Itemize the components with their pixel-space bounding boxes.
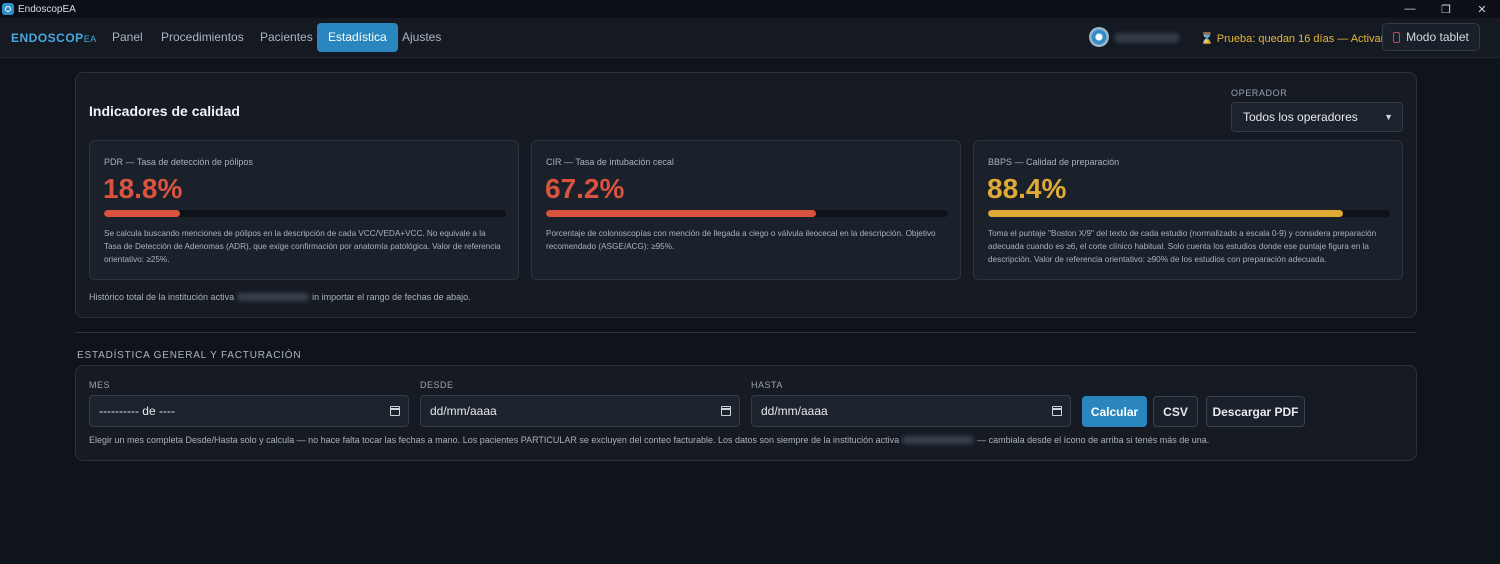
- stats-help-note: Elegir un mes completa Desde/Hasta solo …: [89, 435, 1209, 445]
- section-divider: [75, 332, 1417, 333]
- chevron-down-icon: ▼: [1384, 112, 1393, 122]
- hasta-input[interactable]: dd/mm/aaaa: [751, 395, 1071, 427]
- footer-text-after: in importar el rango de fechas de abajo.: [312, 292, 471, 302]
- calendar-icon[interactable]: [721, 406, 731, 416]
- nav-ajustes[interactable]: Ajustes: [391, 23, 452, 52]
- quality-footer: Histórico total de la institución activa…: [89, 292, 471, 302]
- card-description: Toma el puntaje "Boston X/9" del texto d…: [988, 229, 1377, 264]
- app-logo-icon: [2, 3, 14, 15]
- institution-name-redacted[interactable]: [1114, 33, 1180, 43]
- mes-value: ---------- de ----: [99, 404, 175, 418]
- card-description: Se calcula buscando menciones de pólipos…: [104, 229, 501, 264]
- progress-bar: [104, 210, 506, 217]
- quality-title: Indicadores de calidad: [89, 103, 240, 119]
- brand-main: ENDOSCOP: [11, 31, 84, 45]
- tablet-icon: [1393, 31, 1401, 43]
- nav-procedimientos[interactable]: Procedimientos: [150, 23, 255, 52]
- close-button[interactable]: ✕: [1464, 0, 1500, 18]
- top-nav: ENDOSCOPEA Panel Procedimientos Paciente…: [0, 18, 1500, 58]
- tablet-mode-button[interactable]: Modo tablet: [1382, 23, 1480, 51]
- card-value: 88.4%: [987, 173, 1067, 204]
- calendar-icon[interactable]: [1052, 406, 1062, 416]
- desde-label: DESDE: [420, 380, 454, 390]
- operator-label: OPERADOR: [1231, 88, 1288, 98]
- minimize-button[interactable]: —: [1392, 0, 1428, 18]
- footer-text-before: Histórico total de la institución activa: [89, 292, 235, 302]
- csv-button[interactable]: CSV: [1153, 396, 1198, 427]
- calcular-button[interactable]: Calcular: [1082, 396, 1147, 427]
- quality-indicators-panel: Indicadores de calidad OPERADOR Todos lo…: [75, 72, 1417, 318]
- progress-bar: [988, 210, 1390, 217]
- brand-suffix: EA: [83, 34, 97, 44]
- card-label: BBPS — Calidad de preparación: [988, 157, 1120, 167]
- cir-card: CIR — Tasa de intubación cecal 67.2% Por…: [531, 140, 961, 280]
- operator-select[interactable]: Todos los operadores ▼: [1231, 102, 1403, 132]
- download-pdf-button[interactable]: Descargar PDF: [1206, 396, 1305, 427]
- card-label: PDR — Tasa de detección de pólipos: [104, 157, 253, 167]
- title-bar: EndoscopEA — ❐ ✕: [0, 0, 1500, 18]
- progress-fill: [988, 210, 1344, 217]
- trial-status[interactable]: ⌛ Prueba: quedan 16 días — Activar: [1200, 32, 1384, 45]
- nav-estadistica[interactable]: Estadística: [317, 23, 398, 52]
- hasta-value: dd/mm/aaaa: [761, 404, 828, 418]
- stats-section-title: ESTADÍSTICA GENERAL Y FACTURACIÓN: [77, 350, 302, 361]
- stats-panel: MES ---------- de ---- DESDE dd/mm/aaaa …: [75, 365, 1417, 461]
- card-value: 18.8%: [103, 173, 183, 204]
- window-title: EndoscopEA: [18, 3, 76, 15]
- hasta-label: HASTA: [751, 380, 783, 390]
- restore-button[interactable]: ❐: [1428, 0, 1464, 18]
- mes-input[interactable]: ---------- de ----: [89, 395, 409, 427]
- operator-value: Todos los operadores: [1243, 110, 1358, 124]
- bbps-card: BBPS — Calidad de preparación 88.4% Toma…: [973, 140, 1403, 280]
- nav-panel[interactable]: Panel: [101, 23, 154, 52]
- institution-name-redacted: [237, 293, 310, 301]
- tablet-mode-label: Modo tablet: [1406, 30, 1469, 44]
- card-value: 67.2%: [545, 173, 625, 204]
- card-label: CIR — Tasa de intubación cecal: [546, 157, 674, 167]
- note-text-before: Elegir un mes completa Desde/Hasta solo …: [89, 435, 900, 445]
- desde-input[interactable]: dd/mm/aaaa: [420, 395, 740, 427]
- mes-label: MES: [89, 380, 111, 390]
- institution-avatar-icon[interactable]: [1089, 27, 1109, 47]
- calendar-icon[interactable]: [390, 406, 400, 416]
- progress-fill: [546, 210, 817, 217]
- hourglass-icon: ⌛: [1200, 33, 1214, 45]
- note-text-after: — cambiala desde el ícono de arriba si t…: [977, 435, 1210, 445]
- nav-pacientes[interactable]: Pacientes: [249, 23, 324, 52]
- progress-bar: [546, 210, 948, 217]
- pdr-card: PDR — Tasa de detección de pólipos 18.8%…: [89, 140, 519, 280]
- trial-text: Prueba: quedan 16 días — Activar: [1216, 33, 1385, 45]
- desde-value: dd/mm/aaaa: [430, 404, 497, 418]
- progress-fill: [104, 210, 180, 217]
- card-description: Porcentaje de colonoscopías con mención …: [546, 229, 936, 251]
- institution-name-redacted: [902, 436, 975, 444]
- brand-logo[interactable]: ENDOSCOPEA: [11, 31, 97, 45]
